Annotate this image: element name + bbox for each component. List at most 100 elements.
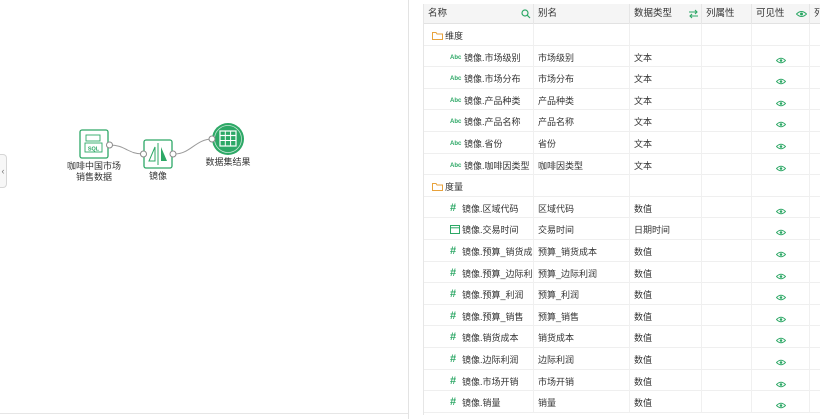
- header-column-attr[interactable]: 列属性: [702, 4, 752, 24]
- name-cell[interactable]: Abc 镜像.产品种类: [424, 88, 534, 110]
- table-row[interactable]: Abc 镜像.省份 省份 文本: [424, 132, 820, 154]
- eye-icon[interactable]: [775, 221, 786, 239]
- visibility-cell[interactable]: [752, 240, 810, 261]
- group-cell[interactable]: 维度: [424, 24, 534, 45]
- column-attr-cell[interactable]: [702, 196, 752, 218]
- eye-icon[interactable]: [775, 373, 786, 391]
- visibility-cell[interactable]: [752, 261, 810, 283]
- data-type-cell[interactable]: 文本: [630, 132, 702, 153]
- visibility-cell[interactable]: [752, 153, 810, 175]
- visibility-cell[interactable]: [752, 326, 810, 348]
- table-row[interactable]: # 镜像.预算_利润 预算_利润 数值: [424, 283, 820, 305]
- name-cell[interactable]: # 镜像.边际利润: [424, 348, 534, 369]
- alias-cell[interactable]: 预算_销货成本: [534, 240, 630, 261]
- result-node-label[interactable]: 数据集结果: [200, 157, 256, 168]
- table-row[interactable]: # 镜像.区域代码 区域代码 数值: [424, 196, 820, 219]
- name-cell[interactable]: # 镜像.销货成本: [424, 326, 534, 348]
- alias-cell[interactable]: 边际利润: [534, 348, 630, 369]
- table-row[interactable]: # 镜像.预算_边际利润 预算_边际利润 数值: [424, 261, 820, 284]
- data-type-cell[interactable]: 数值: [630, 391, 702, 413]
- alias-cell[interactable]: 交易时间: [534, 218, 630, 240]
- alias-cell[interactable]: 产品种类: [534, 88, 630, 110]
- alias-cell[interactable]: 预算_销售: [534, 304, 630, 326]
- table-row[interactable]: # 镜像.预算_销售 预算_销售 数值: [424, 304, 820, 327]
- column-attr-cell[interactable]: [702, 391, 752, 413]
- data-type-cell[interactable]: 数值: [630, 283, 702, 305]
- column-attr-cell[interactable]: [702, 240, 752, 261]
- header-data-type[interactable]: 数据类型: [630, 4, 702, 24]
- name-cell[interactable]: Abc 镜像.咖啡因类型: [424, 153, 534, 175]
- table-row[interactable]: # 镜像.销量 销量 数值: [424, 391, 820, 413]
- visibility-cell[interactable]: [752, 369, 810, 391]
- name-cell[interactable]: # 镜像.预算_利润: [424, 283, 534, 305]
- eye-icon[interactable]: [775, 135, 786, 153]
- name-cell[interactable]: # 镜像.预算_销货成本: [424, 240, 534, 261]
- group-cell[interactable]: 度量: [424, 175, 534, 197]
- visibility-cell[interactable]: [752, 196, 810, 218]
- visibility-cell[interactable]: [752, 45, 810, 67]
- table-row[interactable]: Abc 镜像.产品种类 产品种类 文本: [424, 88, 820, 111]
- column-attr-cell[interactable]: [702, 153, 752, 175]
- column-attr-cell[interactable]: [702, 45, 752, 67]
- data-type-cell[interactable]: 文本: [630, 45, 702, 67]
- data-type-cell[interactable]: 数值: [630, 326, 702, 348]
- table-row[interactable]: 镜像.交易时间 交易时间 日期时间: [424, 218, 820, 240]
- column-attr-cell[interactable]: [702, 326, 752, 348]
- data-type-cell[interactable]: 数值: [630, 196, 702, 218]
- alias-cell[interactable]: 市场分布: [534, 67, 630, 89]
- name-cell[interactable]: 镜像.交易时间: [424, 218, 534, 240]
- column-attr-cell[interactable]: [702, 304, 752, 326]
- table-row[interactable]: # 镜像.市场开销 市场开销 数值: [424, 369, 820, 392]
- visibility-cell[interactable]: [752, 348, 810, 369]
- data-type-cell[interactable]: 数值: [630, 304, 702, 326]
- eye-icon[interactable]: [775, 92, 786, 110]
- visibility-cell[interactable]: [752, 88, 810, 110]
- eye-icon[interactable]: [775, 286, 786, 304]
- data-type-cell[interactable]: 数值: [630, 348, 702, 369]
- visibility-cell[interactable]: [752, 110, 810, 132]
- name-cell[interactable]: # 镜像.预算_销售: [424, 304, 534, 326]
- name-cell[interactable]: Abc 镜像.市场级别: [424, 45, 534, 67]
- eye-icon[interactable]: [775, 157, 786, 175]
- eye-icon[interactable]: [775, 70, 786, 88]
- eye-icon[interactable]: [775, 49, 786, 67]
- column-attr-cell[interactable]: [702, 369, 752, 391]
- eye-icon[interactable]: [775, 200, 786, 218]
- column-attr-cell[interactable]: [702, 283, 752, 305]
- eye-icon[interactable]: [775, 243, 786, 261]
- visibility-cell[interactable]: [752, 283, 810, 305]
- visibility-cell[interactable]: [752, 132, 810, 153]
- table-row[interactable]: Abc 镜像.产品名称 产品名称 文本: [424, 110, 820, 132]
- visibility-cell[interactable]: [752, 391, 810, 413]
- alias-cell[interactable]: 销量: [534, 391, 630, 413]
- name-cell[interactable]: # 镜像.区域代码: [424, 196, 534, 218]
- data-type-cell[interactable]: 文本: [630, 67, 702, 89]
- column-attr-cell[interactable]: [702, 218, 752, 240]
- column-attr-cell[interactable]: [702, 348, 752, 369]
- data-type-cell[interactable]: 数值: [630, 240, 702, 261]
- table-row[interactable]: Abc 镜像.市场分布 市场分布 文本: [424, 67, 820, 89]
- alias-cell[interactable]: 区域代码: [534, 196, 630, 218]
- eye-icon[interactable]: [775, 394, 786, 412]
- table-row[interactable]: Abc 镜像.咖啡因类型 咖啡因类型 文本: [424, 153, 820, 176]
- eye-icon[interactable]: [775, 113, 786, 131]
- column-attr-cell[interactable]: [702, 261, 752, 283]
- table-row[interactable]: # 镜像.边际利润 边际利润 数值: [424, 348, 820, 370]
- data-type-cell[interactable]: 文本: [630, 88, 702, 110]
- alias-cell[interactable]: 市场开销: [534, 369, 630, 391]
- data-type-cell[interactable]: 文本: [630, 153, 702, 175]
- header-name[interactable]: 名称: [424, 4, 534, 24]
- header-alias[interactable]: 别名: [534, 4, 630, 24]
- data-type-cell[interactable]: 数值: [630, 261, 702, 283]
- name-cell[interactable]: # 镜像.销量: [424, 391, 534, 413]
- table-row[interactable]: # 镜像.预算_销货成本 预算_销货成本 数值: [424, 240, 820, 262]
- eye-icon[interactable]: [775, 308, 786, 326]
- panel-divider[interactable]: [408, 0, 409, 419]
- alias-cell[interactable]: 市场级别: [534, 45, 630, 67]
- name-cell[interactable]: # 镜像.市场开销: [424, 369, 534, 391]
- data-type-cell[interactable]: 日期时间: [630, 218, 702, 240]
- source-node-label[interactable]: 咖啡中国市场 销售数据: [64, 161, 124, 183]
- visibility-cell[interactable]: [752, 304, 810, 326]
- header-visibility[interactable]: 可见性: [752, 4, 810, 24]
- group-row[interactable]: 度量: [424, 175, 820, 197]
